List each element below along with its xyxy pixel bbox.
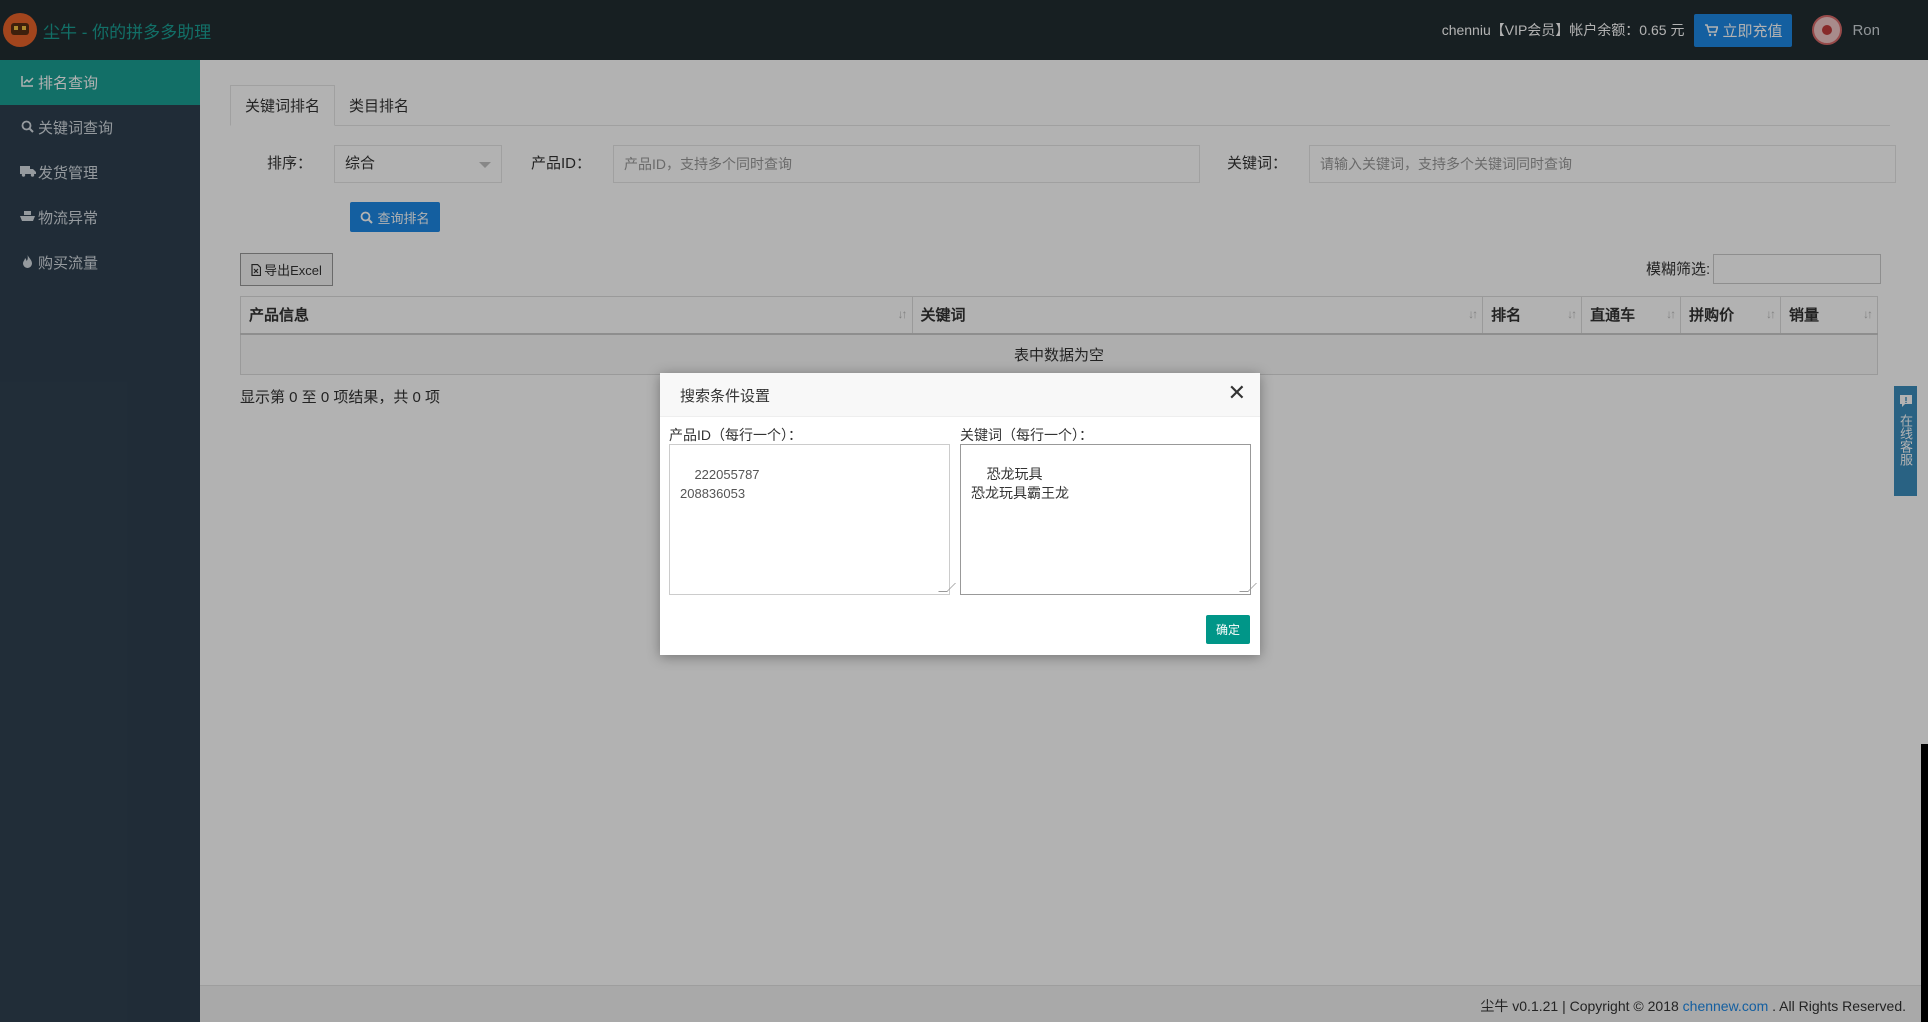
resize-handle-icon[interactable] bbox=[1239, 583, 1257, 592]
dialog-header: 搜索条件设置 ✕ bbox=[660, 373, 1260, 417]
product-ids-value: 222055787 208836053 bbox=[680, 467, 760, 501]
search-settings-dialog: 搜索条件设置 ✕ 产品ID（每行一个）： 222055787 208836053… bbox=[660, 373, 1260, 655]
dialog-title: 搜索条件设置 bbox=[680, 388, 771, 405]
keywords-label: 关键词（每行一个）： bbox=[960, 427, 1093, 443]
keywords-textarea[interactable]: 恐龙玩具 恐龙玩具霸王龙 bbox=[960, 444, 1257, 595]
keywords-value: 恐龙玩具 恐龙玩具霸王龙 bbox=[971, 466, 1069, 501]
product-ids-textarea[interactable]: 222055787 208836053 bbox=[669, 444, 956, 595]
resize-handle-icon[interactable] bbox=[938, 583, 956, 592]
product-ids-label: 产品ID（每行一个）： bbox=[669, 427, 802, 443]
confirm-button[interactable]: 确定 bbox=[1206, 615, 1250, 644]
close-icon[interactable]: ✕ bbox=[1228, 381, 1246, 405]
